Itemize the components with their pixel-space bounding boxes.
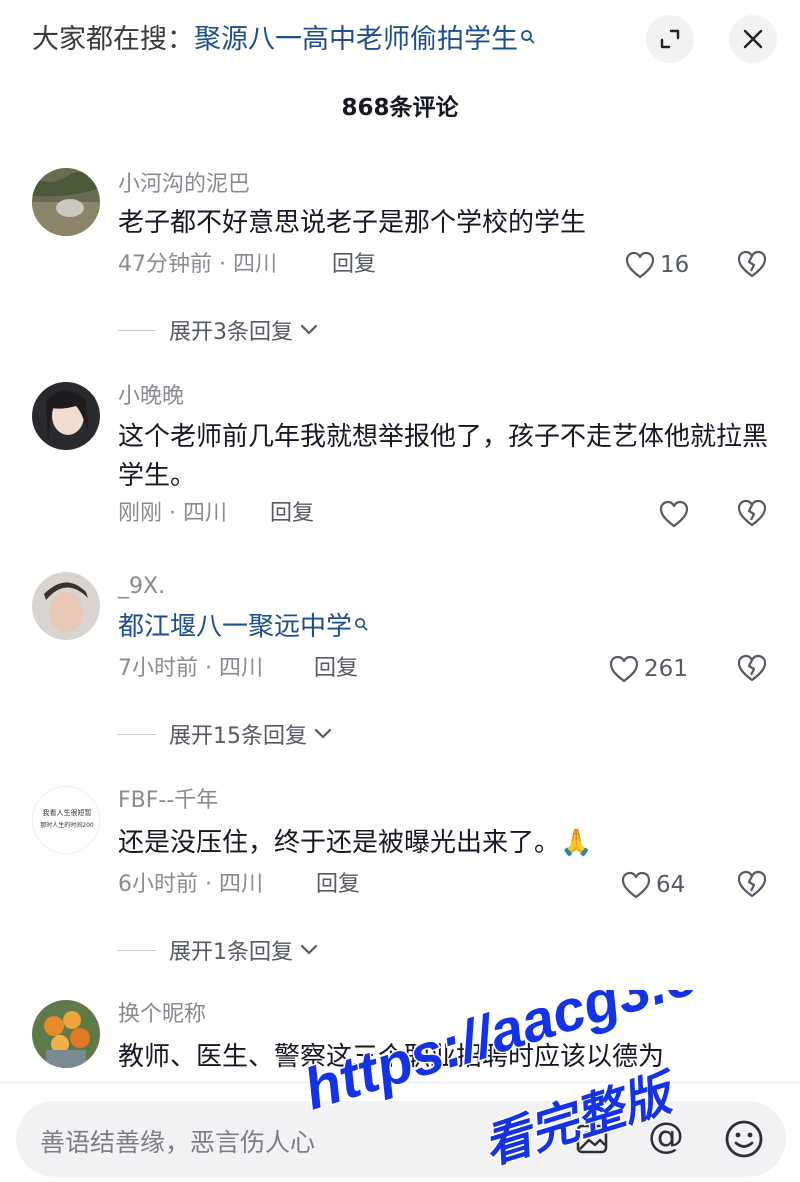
dislike-button[interactable] bbox=[736, 498, 768, 530]
expand-divider bbox=[118, 329, 156, 331]
broken-heart-icon bbox=[737, 870, 767, 898]
comment-text: 都江堰八一聚远中学 bbox=[118, 612, 353, 642]
like-button[interactable]: 261 bbox=[608, 652, 688, 686]
search-icon bbox=[520, 30, 536, 49]
heart-icon bbox=[621, 871, 651, 899]
comment-text: 还是没压住，终于还是被曝光出来了。🙏 bbox=[118, 828, 593, 858]
avatar[interactable] bbox=[32, 382, 100, 450]
comment-username[interactable]: 换个昵称 bbox=[118, 1000, 206, 1030]
expand-button[interactable] bbox=[646, 15, 694, 63]
comment-search-link[interactable]: 都江堰八一聚远中学 bbox=[118, 608, 768, 647]
mention-icon[interactable]: @ bbox=[648, 1117, 684, 1157]
avatar[interactable] bbox=[32, 1000, 100, 1068]
heart-icon bbox=[609, 655, 639, 683]
expand-divider bbox=[118, 949, 156, 951]
reply-button[interactable]: 回复 bbox=[332, 250, 376, 280]
avatar[interactable] bbox=[32, 168, 100, 236]
top-bar: 大家都在搜：聚源八一高中老师偷拍学生 bbox=[0, 0, 800, 80]
comment-text: 老子都不好意思说老子是那个学校的学生 bbox=[118, 208, 587, 238]
chevron-down-icon bbox=[300, 324, 318, 335]
emoji-icon[interactable] bbox=[724, 1119, 764, 1159]
reply-button[interactable]: 回复 bbox=[270, 499, 314, 529]
heart-icon bbox=[625, 251, 655, 279]
avatar[interactable] bbox=[32, 572, 100, 640]
comment-username[interactable]: _9X. bbox=[118, 572, 165, 602]
expand-replies-button[interactable]: 展开1条回复 bbox=[118, 934, 319, 966]
like-button[interactable] bbox=[658, 497, 690, 531]
reply-button[interactable]: 回复 bbox=[316, 870, 360, 900]
close-icon bbox=[743, 29, 763, 49]
chevron-down-icon bbox=[300, 944, 318, 955]
expand-divider bbox=[118, 733, 156, 735]
expand-replies-button[interactable]: 展开3条回复 bbox=[118, 314, 319, 346]
expand-replies-label: 展开15条回复 bbox=[169, 724, 307, 749]
reply-button[interactable]: 回复 bbox=[314, 654, 358, 684]
like-button[interactable]: 64 bbox=[620, 868, 685, 902]
expand-replies-button[interactable]: 展开15条回复 bbox=[118, 718, 333, 750]
avatar[interactable]: 我看人生很短暂 那时人生的时间200 bbox=[32, 786, 100, 854]
comment-meta: 6小时前 · 四川 bbox=[118, 872, 263, 897]
search-icon bbox=[354, 618, 369, 636]
comment-meta: 刚刚 · 四川 bbox=[118, 501, 227, 526]
comment-input[interactable]: 善语结善缘，恶言伤人心 @ bbox=[16, 1101, 786, 1177]
comment-text: 教师、医生、警察这三个职业招聘时应该以德为 bbox=[118, 1042, 665, 1072]
comment-input-bar: 善语结善缘，恶言伤人心 @ bbox=[0, 1082, 800, 1182]
like-count: 261 bbox=[644, 656, 688, 682]
comment-username[interactable]: 小晚晚 bbox=[118, 382, 184, 412]
broken-heart-icon bbox=[737, 654, 767, 682]
like-count: 16 bbox=[660, 252, 690, 278]
expand-icon bbox=[660, 29, 680, 49]
like-count: 64 bbox=[656, 872, 686, 898]
chevron-down-icon bbox=[314, 728, 332, 739]
comment-username[interactable]: FBF--千年 bbox=[118, 786, 218, 816]
comment-text: 这个老师前几年我就想举报他了，孩子不走艺体他就拉黑学生。 bbox=[118, 422, 769, 491]
dislike-button[interactable] bbox=[736, 869, 768, 901]
comment-count-title: 868条评论 bbox=[341, 95, 459, 121]
like-button[interactable]: 16 bbox=[624, 248, 689, 282]
expand-replies-label: 展开1条回复 bbox=[169, 940, 293, 965]
search-suggestion-keyword[interactable]: 聚源八一高中老师偷拍学生 bbox=[194, 24, 518, 55]
search-suggestion-prefix: 大家都在搜： bbox=[32, 24, 194, 55]
search-suggestion[interactable]: 大家都在搜：聚源八一高中老师偷拍学生 bbox=[32, 22, 536, 58]
comment-meta: 7小时前 · 四川 bbox=[118, 656, 263, 681]
expand-replies-label: 展开3条回复 bbox=[169, 320, 293, 345]
close-button[interactable] bbox=[729, 15, 777, 63]
broken-heart-icon bbox=[737, 250, 767, 278]
dislike-button[interactable] bbox=[736, 249, 768, 281]
broken-heart-icon bbox=[737, 499, 767, 527]
comment-username[interactable]: 小河沟的泥巴 bbox=[118, 170, 250, 200]
comment-meta: 47分钟前 · 四川 bbox=[118, 252, 277, 277]
avatar-handwriting-1: 我看人生很短暂 bbox=[43, 808, 92, 817]
avatar-handwriting-2: 那时人生的时间200 bbox=[40, 821, 94, 829]
dislike-button[interactable] bbox=[736, 653, 768, 685]
heart-icon bbox=[659, 500, 689, 528]
comment-input-placeholder: 善语结善缘，恶言伤人心 bbox=[40, 1128, 316, 1157]
image-icon[interactable] bbox=[574, 1121, 610, 1157]
